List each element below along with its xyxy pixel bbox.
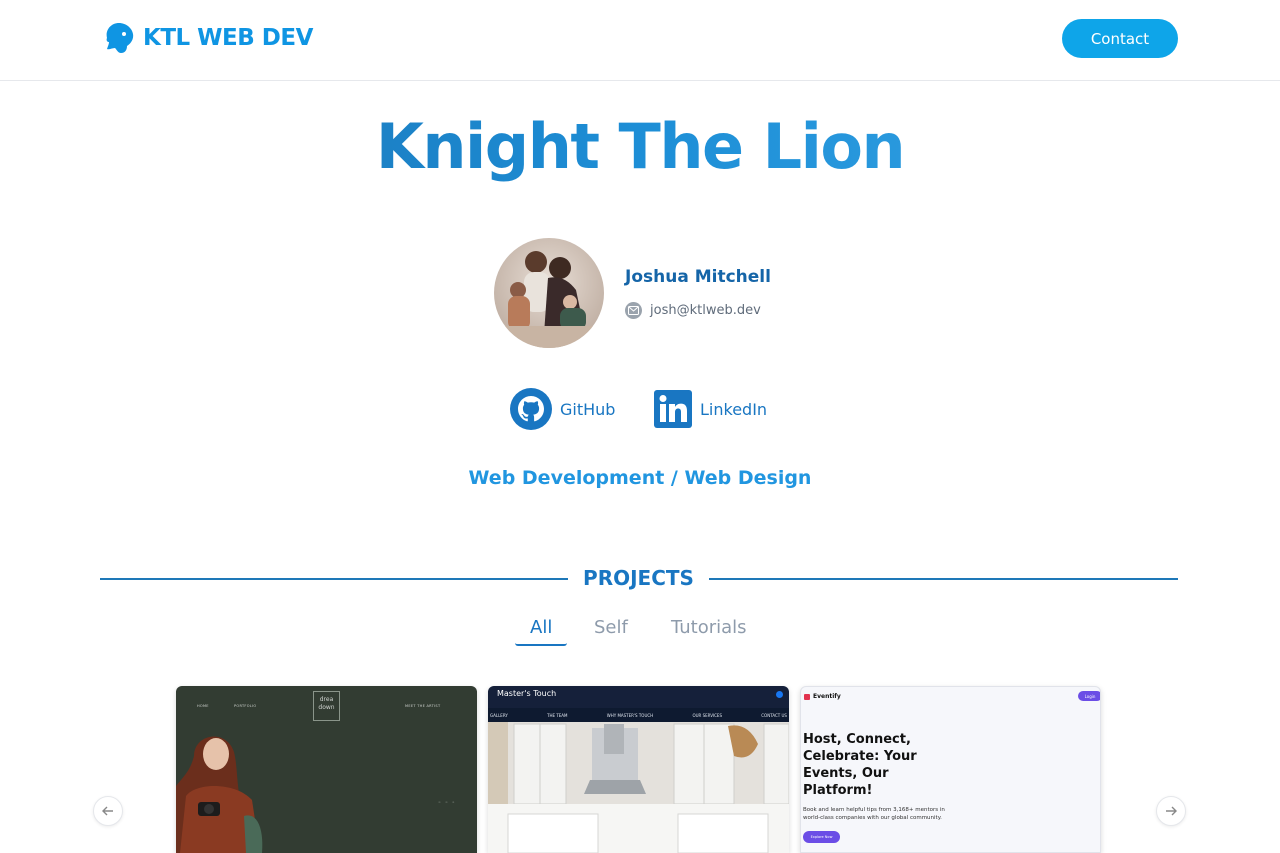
arrow-left-icon — [102, 806, 113, 816]
logo-text: KTL WEB DEV — [143, 25, 313, 51]
card2-menu-item: THE TEAM — [547, 712, 568, 718]
tab-all[interactable]: All — [530, 617, 552, 638]
card2-topbar: Master's Touch — [488, 686, 789, 708]
linkedin-icon — [654, 390, 692, 428]
card1-nav-home: HOME — [197, 704, 209, 708]
card3-body: Book and learn helpful tips from 3,168+ … — [803, 807, 945, 821]
card1-nav-portfolio: PORTFOLIO — [234, 704, 257, 708]
profile-email[interactable]: josh@ktlweb.dev — [625, 302, 761, 319]
card2-menu: GALLERY THE TEAM WHY MASTER'S TOUCH OUR … — [488, 708, 789, 722]
mail-icon — [625, 302, 642, 319]
card2-menu-item: GALLERY — [490, 712, 508, 718]
section-divider-right — [709, 578, 1178, 580]
project-card-3[interactable]: Eventify Login Host, Connect, Celebrate:… — [800, 686, 1101, 853]
page-title: Knight The Lion — [0, 110, 1280, 183]
github-link[interactable]: GitHub — [510, 388, 615, 430]
email-text: josh@ktlweb.dev — [650, 303, 761, 318]
arrow-right-icon — [1166, 806, 1177, 816]
specialty-text: Web Development / Web Design — [468, 467, 812, 489]
profile-name: Joshua Mitchell — [625, 267, 771, 287]
avatar — [494, 238, 604, 348]
card2-kitchen-image — [488, 722, 789, 853]
eventify-logo-icon — [804, 693, 810, 700]
carousel-prev-button[interactable] — [93, 796, 123, 826]
card2-brand: Master's Touch — [497, 689, 557, 698]
card1-logo: drea down — [313, 691, 340, 721]
project-card-2[interactable]: Master's Touch GALLERY THE TEAM WHY MAST… — [488, 686, 789, 853]
linkedin-link[interactable]: LinkedIn — [654, 390, 767, 428]
card3-cta-button: Explore Now — [803, 831, 840, 843]
section-divider-left — [100, 578, 568, 580]
card3-login-button: Login — [1078, 691, 1100, 701]
project-card-1[interactable]: HOME PORTFOLIO drea down MEET THE ARTIST… — [176, 686, 477, 853]
card2-menu-item: WHY MASTER'S TOUCH — [606, 712, 654, 718]
github-label: GitHub — [560, 399, 616, 419]
card2-menu-item: CONTACT US — [761, 712, 787, 718]
lion-head-icon — [106, 23, 134, 53]
contact-button[interactable]: Contact — [1062, 19, 1178, 58]
tab-self[interactable]: Self — [594, 617, 628, 638]
facebook-icon — [776, 691, 783, 698]
card3-headline: Host, Connect, Celebrate: Your Events, O… — [803, 732, 917, 798]
site-logo[interactable]: KTL WEB DEV — [101, 20, 313, 56]
linkedin-label: LinkedIn — [700, 399, 768, 419]
card1-nav-artist: MEET THE ARTIST — [405, 704, 441, 708]
github-icon — [510, 388, 552, 430]
projects-heading: PROJECTS — [583, 566, 694, 590]
card1-portrait — [176, 736, 263, 853]
card3-brand-text: Eventify — [813, 693, 841, 700]
card1-social-icons: ◦◦◦ — [438, 800, 459, 806]
site-header: KTL WEB DEV Contact — [0, 0, 1280, 81]
tab-tutorials[interactable]: Tutorials — [671, 617, 747, 638]
card2-menu-item: OUR SERVICES — [692, 712, 722, 718]
carousel-next-button[interactable] — [1156, 796, 1186, 826]
card3-brand: Eventify — [804, 693, 841, 700]
tab-active-indicator — [515, 643, 567, 646]
